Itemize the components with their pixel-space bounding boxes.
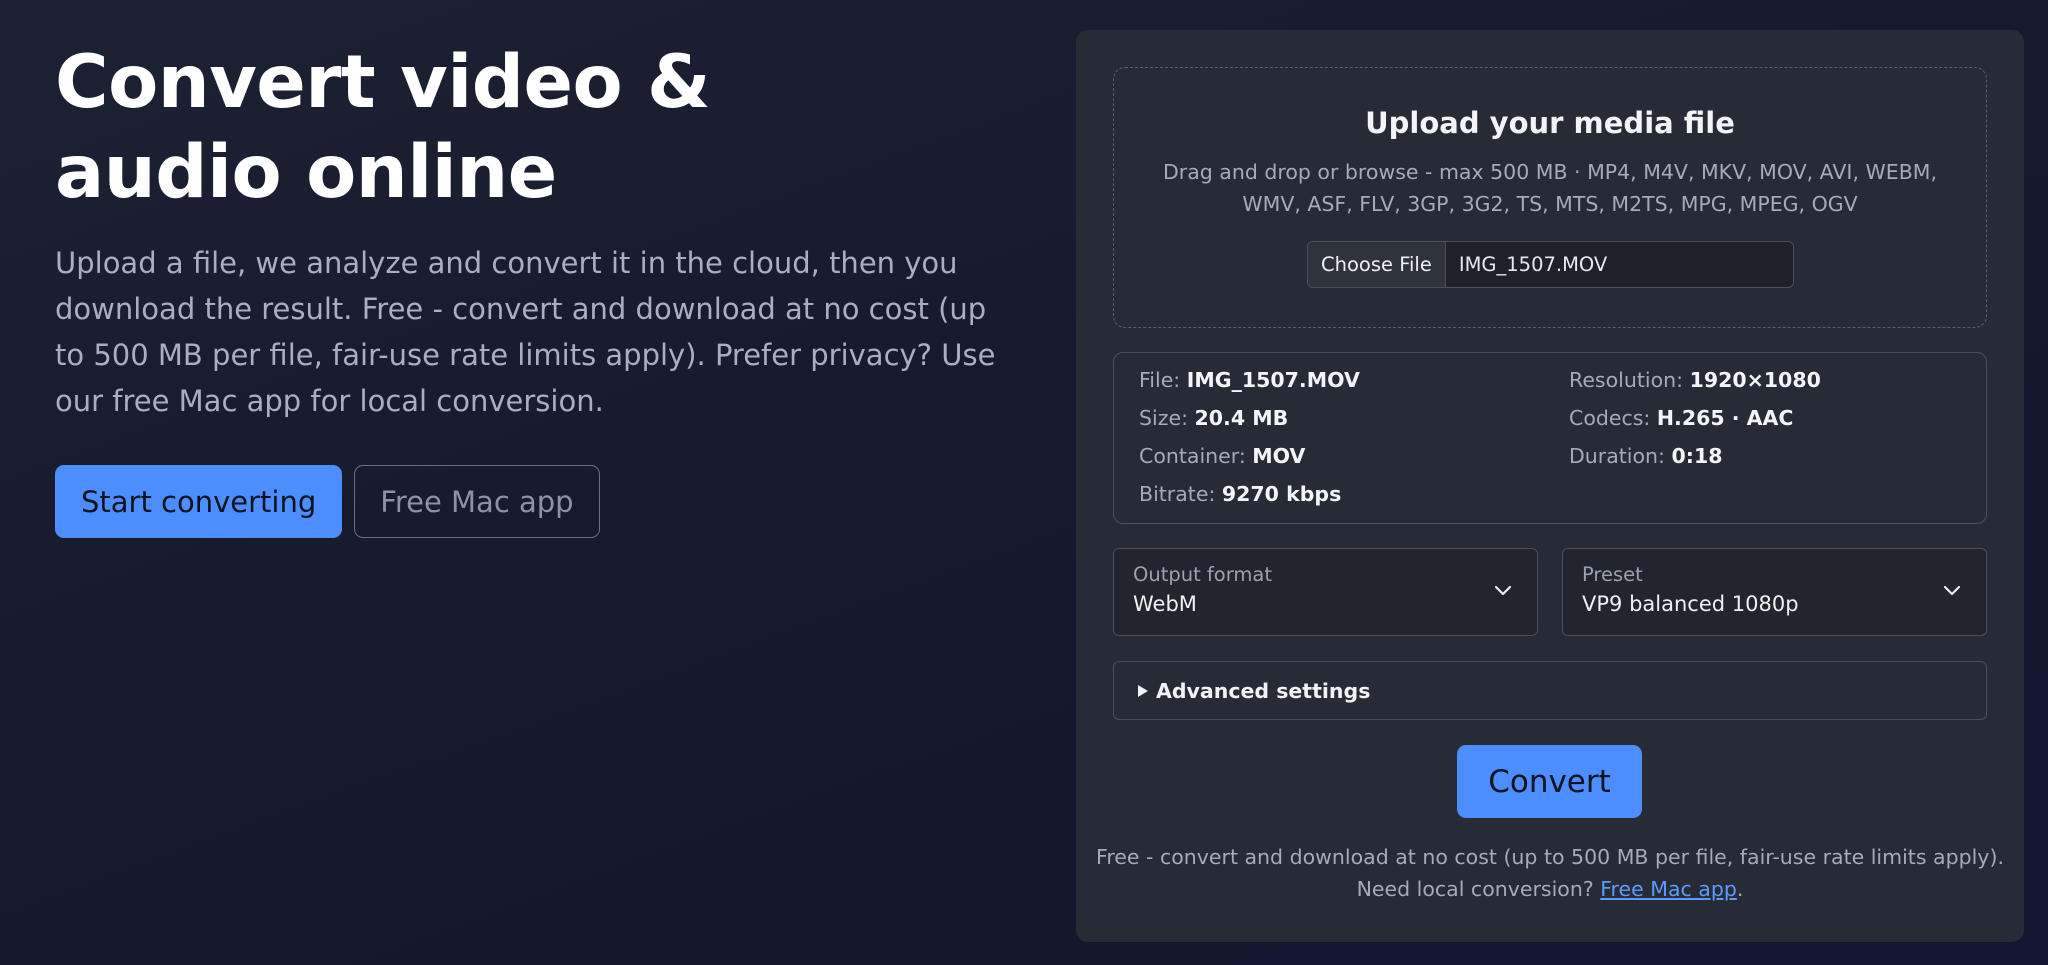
info-bitrate-value: 9270 kbps (1221, 482, 1342, 506)
info-container-label: Container: (1139, 444, 1246, 468)
free-mac-app-button[interactable]: Free Mac app (354, 465, 600, 538)
selected-file-name: IMG_1507.MOV (1458, 253, 1608, 276)
info-bitrate: Bitrate: 9270 kbps (1139, 480, 1341, 508)
info-size-label: Size: (1139, 406, 1188, 430)
converter-panel: Upload your media file Drag and drop or … (1076, 30, 2024, 942)
info-bitrate-label: Bitrate: (1139, 482, 1216, 506)
free-mac-app-link[interactable]: Free Mac app (1600, 877, 1737, 901)
start-converting-button[interactable]: Start converting (55, 465, 343, 538)
footer-note: Free - convert and download at no cost (… (1076, 841, 2024, 905)
chevron-down-icon (1494, 585, 1512, 596)
upload-dropzone[interactable]: Upload your media file Drag and drop or … (1113, 67, 1987, 328)
info-file-value: IMG_1507.MOV (1186, 368, 1360, 392)
info-file-label: File: (1139, 368, 1181, 392)
file-input[interactable]: Choose File IMG_1507.MOV (1307, 241, 1794, 288)
info-duration-value: 0:18 (1671, 444, 1723, 468)
hero-section: Convert video & audio online Upload a fi… (55, 38, 1015, 538)
upload-title: Upload your media file (1365, 106, 1735, 140)
advanced-settings-toggle[interactable]: Advanced settings (1113, 661, 1987, 720)
output-format-label: Output format (1133, 563, 1272, 586)
info-resolution-value: 1920×1080 (1689, 368, 1821, 392)
info-codecs: Codecs: H.265 · AAC (1569, 404, 1793, 432)
output-format-value: WebM (1133, 592, 1197, 616)
advanced-settings-label: Advanced settings (1156, 678, 1371, 703)
footer-line-2: Need local conversion? Free Mac app. (1076, 873, 2024, 905)
preset-value: VP9 balanced 1080p (1582, 592, 1799, 616)
info-size: Size: 20.4 MB (1139, 404, 1288, 432)
info-resolution-label: Resolution: (1569, 368, 1684, 392)
info-size-value: 20.4 MB (1194, 406, 1289, 430)
info-file: File: IMG_1507.MOV (1139, 366, 1360, 394)
info-codecs-label: Codecs: (1569, 406, 1651, 430)
choose-file-button[interactable]: Choose File (1308, 242, 1446, 287)
footer-prefix: Need local conversion? (1356, 877, 1601, 901)
file-info-box: File: IMG_1507.MOV Size: 20.4 MB Contain… (1113, 352, 1987, 524)
preset-select[interactable]: Preset VP9 balanced 1080p (1562, 548, 1987, 636)
upload-hint: Drag and drop or browse - max 500 MB · M… (1162, 160, 1937, 216)
convert-button[interactable]: Convert (1457, 745, 1642, 818)
info-duration: Duration: 0:18 (1569, 442, 1722, 470)
hero-description: Upload a file, we analyze and convert it… (55, 246, 996, 418)
footer-suffix: . (1736, 877, 1744, 901)
hero-actions: Start converting Free Mac app (55, 465, 1015, 538)
output-format-select[interactable]: Output format WebM (1113, 548, 1538, 636)
chevron-down-icon (1943, 585, 1961, 596)
info-container: Container: MOV (1139, 442, 1305, 470)
info-duration-label: Duration: (1569, 444, 1665, 468)
info-container-value: MOV (1252, 444, 1306, 468)
info-codecs-value: H.265 · AAC (1656, 406, 1794, 430)
page-title: Convert video & audio online (55, 40, 711, 215)
preset-label: Preset (1582, 563, 1643, 586)
footer-line-1: Free - convert and download at no cost (… (1096, 845, 2004, 869)
info-resolution: Resolution: 1920×1080 (1569, 366, 1821, 394)
disclosure-triangle-icon (1138, 684, 1148, 697)
